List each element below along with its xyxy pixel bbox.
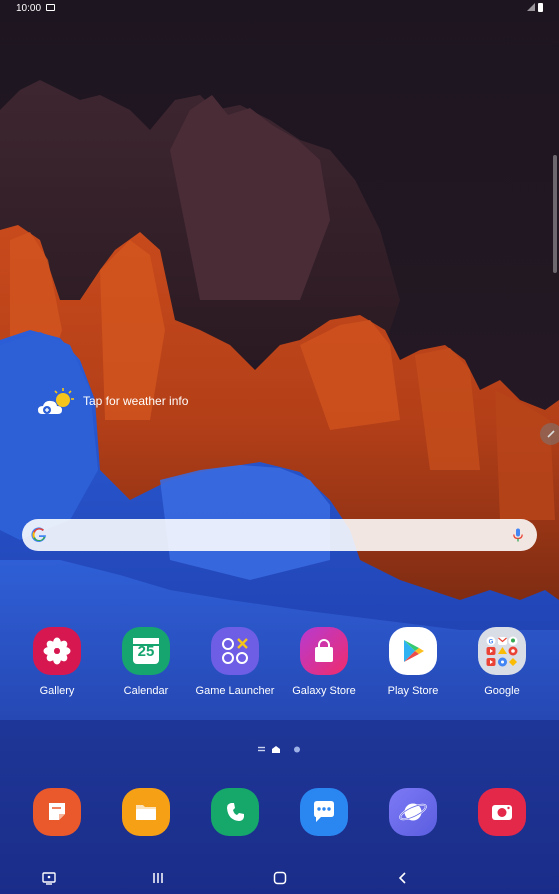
screen-keyboard-icon[interactable] <box>37 868 61 888</box>
dock-camera[interactable] <box>459 788 545 836</box>
calendar-icon: 25 <box>122 627 170 675</box>
page-dot[interactable] <box>294 746 300 753</box>
dock-messages[interactable] <box>281 788 367 836</box>
app-game-launcher[interactable]: Game Launcher <box>192 627 278 697</box>
app-calendar[interactable]: 25 Calendar <box>103 627 189 697</box>
dock-notes[interactable] <box>14 788 100 836</box>
microphone-icon[interactable] <box>510 527 526 543</box>
dock-my-files[interactable] <box>103 788 189 836</box>
weather-text: Tap for weather info <box>83 394 189 408</box>
page-indicator <box>258 746 300 753</box>
edge-panel-handle[interactable] <box>553 155 557 273</box>
app-play-store[interactable]: Play Store <box>370 627 456 697</box>
shopping-bag-icon <box>300 627 348 675</box>
edge-panel-button[interactable] <box>540 423 559 445</box>
hamburger-page-icon <box>258 746 265 752</box>
folder-icon <box>122 788 170 836</box>
internet-planet-icon <box>389 788 437 836</box>
app-label: Galaxy Store <box>292 685 356 697</box>
battery-icon <box>538 3 543 12</box>
google-folder-icon: G <box>478 627 526 675</box>
navigation-bar <box>0 862 559 894</box>
wallpaper <box>0 0 559 894</box>
svg-text:G: G <box>489 640 494 646</box>
recents-icon[interactable] <box>146 868 170 888</box>
home-icon[interactable] <box>268 868 292 888</box>
home-page-dot-icon <box>272 746 280 753</box>
notes-icon <box>33 788 81 836</box>
app-google-folder[interactable]: G Google <box>459 627 545 697</box>
app-label: Play Store <box>387 685 439 697</box>
app-label: Gallery <box>39 685 75 697</box>
edge-arrow-icon <box>547 430 555 438</box>
dock-internet[interactable] <box>370 788 456 836</box>
image-notification-icon <box>46 4 55 11</box>
play-store-icon <box>389 627 437 675</box>
app-gallery[interactable]: Gallery <box>14 627 100 697</box>
app-label: Calendar <box>123 685 169 697</box>
back-icon[interactable] <box>391 868 415 888</box>
phone-icon <box>211 788 259 836</box>
calendar-day: 25 <box>137 643 155 660</box>
google-g-icon <box>31 527 46 543</box>
camera-icon <box>478 788 526 836</box>
status-time: 10:00 <box>16 3 42 14</box>
status-bar: 10:00 <box>0 0 559 18</box>
partly-cloudy-add-icon <box>38 388 74 414</box>
dock-phone[interactable] <box>192 788 278 836</box>
app-galaxy-store[interactable]: Galaxy Store <box>281 627 367 697</box>
google-search-bar[interactable] <box>22 519 537 551</box>
messages-icon <box>300 788 348 836</box>
app-label: Google <box>484 685 520 697</box>
game-launcher-icon <box>211 627 259 675</box>
gallery-flower-icon <box>33 627 81 675</box>
signal-icon <box>527 3 535 11</box>
app-label: Game Launcher <box>195 685 275 697</box>
